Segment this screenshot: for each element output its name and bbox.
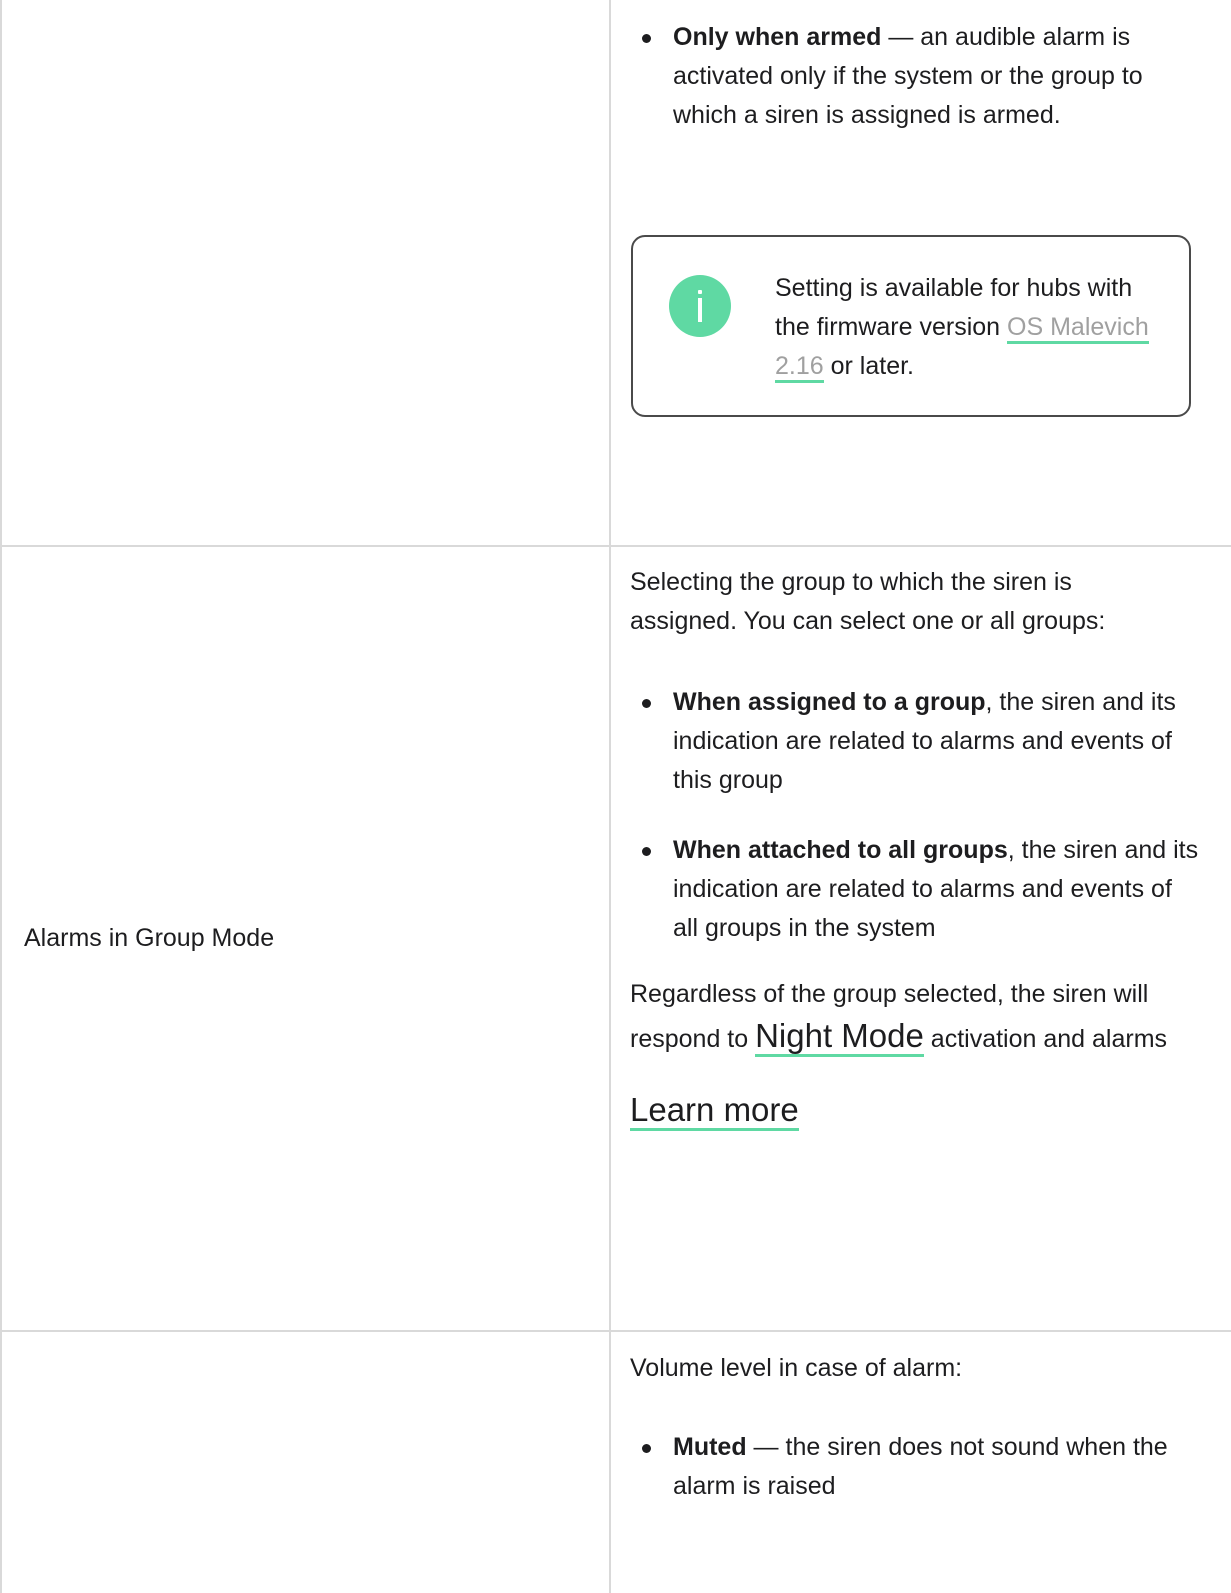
info-text: Setting is available for hubs with the f… (775, 269, 1155, 386)
volume-list: Muted — the siren does not sound when th… (630, 1428, 1200, 1506)
row1-description: Only when armed — an audible alarm is ac… (630, 18, 1200, 135)
note-text-after: activation and alarms (923, 1025, 1168, 1053)
row2-intro: Selecting the group to which the siren i… (630, 568, 1106, 635)
list-item: Muted — the siren does not sound when th… (630, 1428, 1200, 1506)
row2-description: Selecting the group to which the siren i… (630, 563, 1200, 1133)
bullet-title: When attached to all groups (673, 836, 1008, 864)
row3-description: Volume level in case of alarm: Muted — t… (630, 1349, 1200, 1506)
group-list: When assigned to a group, the siren and … (630, 683, 1200, 948)
list-item: Only when armed — an audible alarm is ac… (630, 18, 1200, 135)
info-callout: Setting is available for hubs with the f… (631, 235, 1191, 417)
learn-more-link[interactable]: Learn more (630, 1091, 799, 1131)
row-divider-1 (0, 545, 1231, 547)
bullet-text: — the siren does not sound when the alar… (673, 1433, 1168, 1500)
bullet-title: Muted (673, 1433, 747, 1461)
night-mode-link[interactable]: Night Mode (755, 1017, 924, 1057)
list-item: When attached to all groups, the siren a… (630, 831, 1200, 948)
row2-label: Alarms in Group Mode (24, 924, 275, 952)
info-text-after: or later. (823, 352, 914, 380)
settings-table: Only when armed — an audible alarm is ac… (0, 0, 1231, 1593)
bullet-title: Only when armed (673, 23, 882, 51)
column-divider (609, 0, 611, 1593)
info-icon (669, 275, 731, 337)
row-divider-2 (0, 1330, 1231, 1332)
left-border (0, 0, 2, 1593)
bullet-title: When assigned to a group (673, 688, 986, 716)
row2-note: Regardless of the group selected, the si… (630, 974, 1190, 1060)
list-item: When assigned to a group, the siren and … (630, 683, 1200, 800)
row3-intro: Volume level in case of alarm: (630, 1354, 963, 1382)
armed-list: Only when armed — an audible alarm is ac… (630, 18, 1200, 135)
